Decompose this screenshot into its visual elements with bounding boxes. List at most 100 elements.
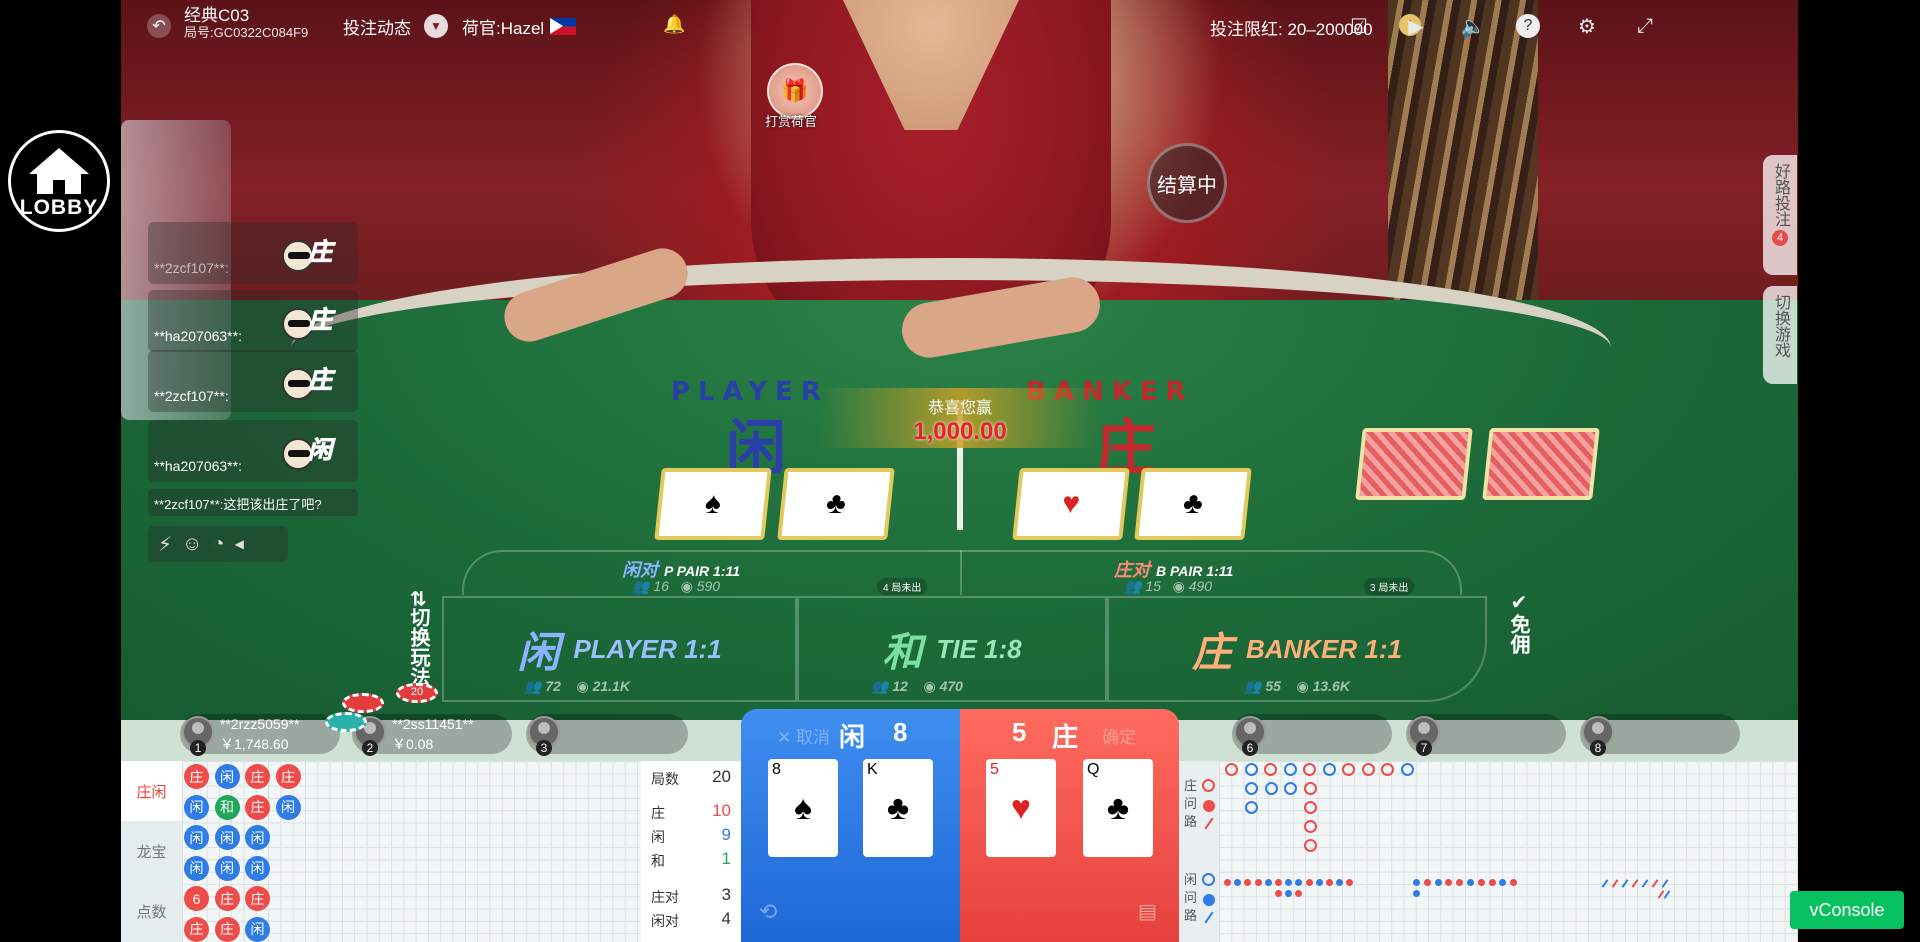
banker-ask-slash-icon[interactable] [1204, 817, 1214, 830]
banker-users: 55 [1265, 678, 1281, 694]
derived-road-dot [1264, 879, 1272, 886]
table-card: ♠ [654, 468, 772, 540]
checkbox-icon[interactable]: ☑ [1345, 12, 1373, 40]
bell-icon[interactable]: 🔔 [663, 14, 685, 35]
vconsole-button[interactable]: vConsole [1790, 891, 1904, 929]
tab-dragon-bonus[interactable]: 龙宝 [121, 821, 182, 881]
switch-game-label: 切换游戏 [1772, 294, 1789, 358]
home-icon [29, 148, 89, 174]
lobby-button[interactable]: LOBBY [8, 130, 110, 232]
seat-player-name: **2rzz5059** [220, 716, 300, 732]
chat-sender: **2zcf107**: [154, 388, 229, 404]
rounds-value: 20 [712, 767, 731, 786]
emoji-icon[interactable]: ☺ [182, 533, 202, 556]
gear-icon[interactable]: ⚙ [1573, 12, 1601, 40]
confirm-button[interactable]: 确定 [1102, 723, 1136, 748]
video-camera-icon[interactable]: ▶ [1402, 12, 1430, 40]
tie-odds: TIE 1:8 [936, 633, 1022, 664]
chevron-down-icon[interactable]: ▼ [424, 14, 448, 38]
back-icon[interactable]: ↶ [147, 14, 171, 38]
banker-ask-ring-icon[interactable] [1202, 779, 1215, 792]
bead-result: 庄 [245, 764, 270, 789]
round-statistics: 局数 20 庄 10 闲 9 和 1 庄对 3 闲对 4 [641, 761, 741, 942]
good-road-bet-tab[interactable]: 好路投注 4 [1763, 155, 1797, 275]
player-ask-slash-icon[interactable] [1204, 911, 1214, 924]
no-commission-toggle[interactable]: ✔免佣 [1504, 590, 1533, 654]
bet-news-link[interactable]: 投注动态 [343, 14, 411, 39]
philippines-flag-icon [550, 18, 577, 35]
good-road-count-badge: 4 [1772, 230, 1788, 246]
player-score: 8 [893, 717, 908, 747]
bead-result: 6 [184, 886, 209, 911]
collapse-icon[interactable]: ◀ [235, 537, 244, 551]
player-pair-bet[interactable]: 闲对 P PAIR 1:11 👥 16 ◉ 590 4 局未出 [472, 550, 957, 595]
switch-play-button[interactable]: ⇄切换玩法 [404, 590, 433, 687]
banker-pair-users: 15 [1145, 578, 1161, 594]
player-count-label: 闲 [651, 829, 665, 845]
cancel-button[interactable]: ✕ 取消 [777, 723, 830, 748]
player-card: 8 ♠ [768, 759, 838, 857]
sticker-icon: 庄 [282, 228, 333, 276]
player-count: 9 [721, 825, 731, 844]
player-ask-dot-icon[interactable] [1203, 894, 1215, 906]
round-result-panel: ✕ 取消 闲 8 8 ♠ K ♣ ⟲ 5 庄 确定 5 ♥ Q ♣ ▤ [741, 709, 1179, 942]
tip-dealer-label: 打赏荷官 [765, 114, 818, 129]
mute-icon[interactable]: 🔈 [1459, 12, 1487, 40]
card-back [1482, 428, 1600, 500]
derived-road-dot [1275, 879, 1282, 886]
top-bar: ↶ 经典C03 局号:GC0322C084F9 投注动态 ▼ 荷官:Hazel … [121, 0, 1798, 50]
tab-banker-player[interactable]: 庄闲 [121, 761, 182, 821]
bead-result: 庄 [245, 794, 270, 820]
seat-number: 8 [1590, 740, 1606, 756]
lightning-icon[interactable]: ⚡ [158, 532, 172, 557]
banker-bet-area[interactable]: 庄 BANKER 1:1 👥 55 ◉ 13.6K [1107, 596, 1487, 702]
history-icon[interactable]: ▤ [1138, 899, 1157, 924]
player-seat[interactable]: 1 **2rzz5059** ￥1,748.60 [180, 714, 340, 756]
reorder-icon[interactable]: ⟲ [759, 899, 777, 925]
player-bet-area[interactable]: 闲 PLAYER 1:1 👥 72 ◉ 21.1K [442, 596, 797, 702]
banker-result-label: 庄 [1052, 722, 1079, 752]
banker-chips: 13.6K [1312, 678, 1350, 694]
big-road-ring [1303, 763, 1316, 776]
fullscreen-icon[interactable]: ⤢ [1631, 12, 1659, 40]
derived-road-dot [1413, 890, 1420, 897]
player-ask-ring-icon[interactable] [1202, 873, 1215, 886]
bet-chip [325, 712, 367, 732]
tie-bet-area[interactable]: 和 TIE 1:8 👥 12 ◉ 470 [797, 596, 1107, 702]
switch-game-tab[interactable]: 切换游戏 [1763, 286, 1797, 384]
big-road-ring [1264, 763, 1277, 776]
chips-icon: ◉ [680, 578, 693, 594]
empty-seat[interactable]: 6 [1232, 714, 1392, 756]
win-banner: 恭喜您赢 1,000.00 [820, 388, 1100, 448]
big-road-ring [1245, 801, 1258, 814]
empty-seat[interactable]: 3 [526, 714, 688, 756]
sticker-icon: 庄 [282, 356, 333, 404]
seat-number: 6 [1242, 740, 1258, 756]
tab-points[interactable]: 点数 [121, 881, 182, 941]
banker-pair-bet[interactable]: 庄对 B PAIR 1:11 👥 15 ◉ 490 3 局未出 [964, 550, 1449, 595]
chat-message: **2zcf107**: 庄 [148, 350, 358, 412]
player-pair-label: 闲对 [622, 560, 658, 580]
banker-score: 5 [1012, 717, 1027, 747]
empty-seat[interactable]: 7 [1406, 714, 1566, 756]
chat-message: **ha207063**: 庄 [148, 290, 358, 352]
chat-message: **ha207063**: 闲 [148, 420, 358, 482]
swap-icon: ⇄ [407, 590, 429, 607]
derived-road-dot [1477, 879, 1485, 886]
bead-result: 庄 [214, 886, 240, 911]
tie-chips: 470 [939, 678, 963, 694]
sticker-icon: 闲 [282, 426, 333, 474]
big-road-ring [1245, 782, 1258, 795]
check-circle-icon: ✔ [1507, 590, 1529, 614]
empty-seat[interactable]: 8 [1580, 714, 1740, 756]
lobby-label: LOBBY [19, 196, 99, 219]
pie-chart-icon[interactable]: ◔ [212, 533, 224, 556]
ask-road-legend: 庄问路 闲问路 [1179, 761, 1219, 942]
banker-ask-dot-icon[interactable] [1203, 800, 1215, 812]
tie-count: 1 [721, 849, 731, 868]
banker-pair-miss: 3 局未出 [1364, 578, 1415, 595]
chips-icon: ◉ [923, 678, 936, 694]
bead-plate [182, 761, 641, 942]
player-seat[interactable]: 2 **2ss11451** ￥0.08 [352, 714, 512, 756]
help-icon[interactable]: ? [1516, 14, 1540, 38]
